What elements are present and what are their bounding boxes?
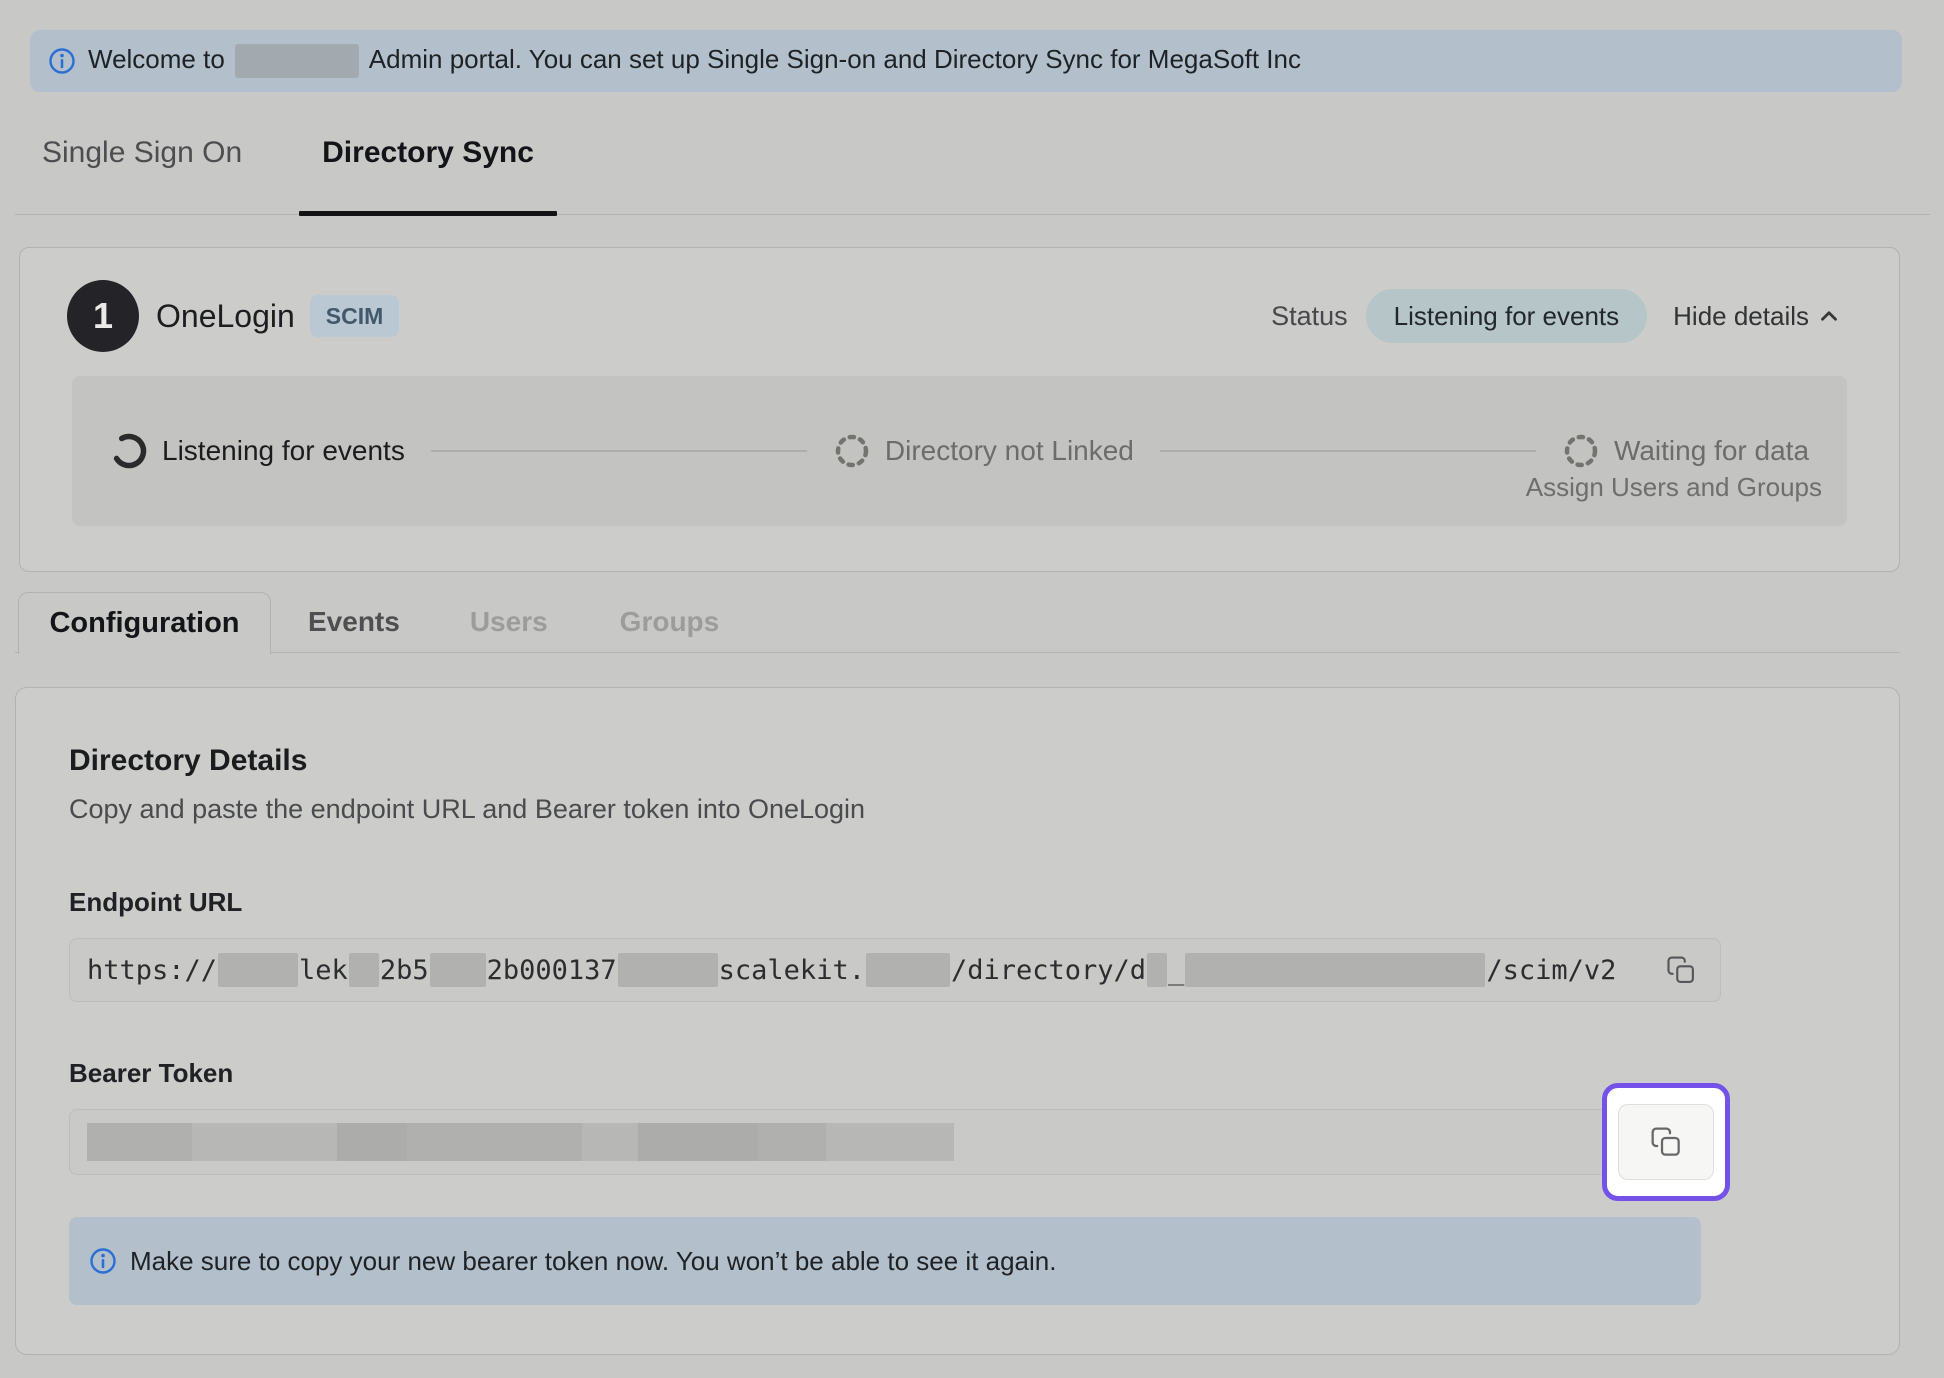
bearer-token-field[interactable] (69, 1109, 1721, 1175)
step-connector (1160, 450, 1536, 452)
hide-details-label: Hide details (1673, 301, 1809, 332)
status-badge: Listening for events (1366, 289, 1647, 343)
tab-users: Users (470, 592, 548, 652)
status-label: Status (1271, 301, 1348, 332)
dashed-circle-icon (833, 432, 871, 470)
copy-button-highlight-ring (1602, 1083, 1730, 1201)
redacted-org-name (235, 44, 359, 78)
provider-name: OneLogin (156, 298, 295, 335)
bearer-token-label: Bearer Token (69, 1058, 1846, 1089)
admin-portal-page: Welcome toAdmin portal. You can set up S… (0, 30, 1944, 1378)
progress-step-directory: Directory not Linked (833, 432, 1134, 470)
welcome-banner-text: Welcome toAdmin portal. You can set up S… (88, 44, 1301, 78)
configuration-panel: Directory Details Copy and paste the end… (15, 687, 1900, 1355)
sync-progress-strip: Listening for events Directory not Linke… (72, 376, 1847, 526)
step-number-badge: 1 (67, 280, 139, 352)
endpoint-url-label: Endpoint URL (69, 887, 1846, 918)
tab-configuration[interactable]: Configuration (18, 592, 271, 654)
progress-step-listening: Listening for events (110, 432, 405, 470)
chevron-up-icon (1816, 303, 1842, 329)
dashed-circle-icon (1562, 432, 1600, 470)
hide-details-toggle[interactable]: Hide details (1673, 301, 1842, 332)
note-text: Make sure to copy your new bearer token … (130, 1246, 1056, 1277)
progress-step-sublabel: Assign Users and Groups (1526, 472, 1822, 503)
spinner-icon (110, 432, 148, 470)
copy-icon (1666, 955, 1696, 985)
step-connector (431, 450, 807, 452)
progress-step-label: Directory not Linked (885, 435, 1134, 467)
endpoint-url-field[interactable]: https://lek2b52b000137scalekit./director… (69, 938, 1721, 1002)
copy-icon (1650, 1126, 1682, 1158)
endpoint-url-value: https://lek2b52b000137scalekit./director… (87, 953, 1658, 987)
copy-bearer-token-button[interactable] (1618, 1104, 1714, 1180)
info-icon (89, 1247, 117, 1275)
tab-directory-sync[interactable]: Directory Sync (299, 118, 557, 214)
copy-endpoint-url-button[interactable] (1658, 947, 1704, 993)
page-title: Directory Details (69, 744, 1846, 778)
protocol-badge: SCIM (310, 295, 400, 337)
bearer-token-redacted-value (87, 1123, 954, 1161)
welcome-banner: Welcome toAdmin portal. You can set up S… (30, 30, 1902, 92)
progress-step-label: Listening for events (162, 435, 405, 467)
tab-events[interactable]: Events (308, 592, 400, 652)
bearer-token-note-banner: Make sure to copy your new bearer token … (69, 1217, 1701, 1305)
provider-card-header: 1 OneLogin SCIM Status Listening for eve… (20, 248, 1899, 352)
page-subtitle: Copy and paste the endpoint URL and Bear… (69, 794, 1846, 825)
tab-single-sign-on[interactable]: Single Sign On (42, 118, 242, 214)
progress-step-label: Waiting for data (1614, 435, 1809, 467)
tab-groups: Groups (620, 592, 720, 652)
info-icon (48, 47, 76, 75)
section-tab-bar: Configuration Events Users Groups (15, 592, 1900, 653)
main-tab-bar: Single Sign On Directory Sync (15, 118, 1930, 215)
progress-step-waiting: Waiting for data (1562, 432, 1809, 470)
provider-card: 1 OneLogin SCIM Status Listening for eve… (19, 247, 1900, 572)
